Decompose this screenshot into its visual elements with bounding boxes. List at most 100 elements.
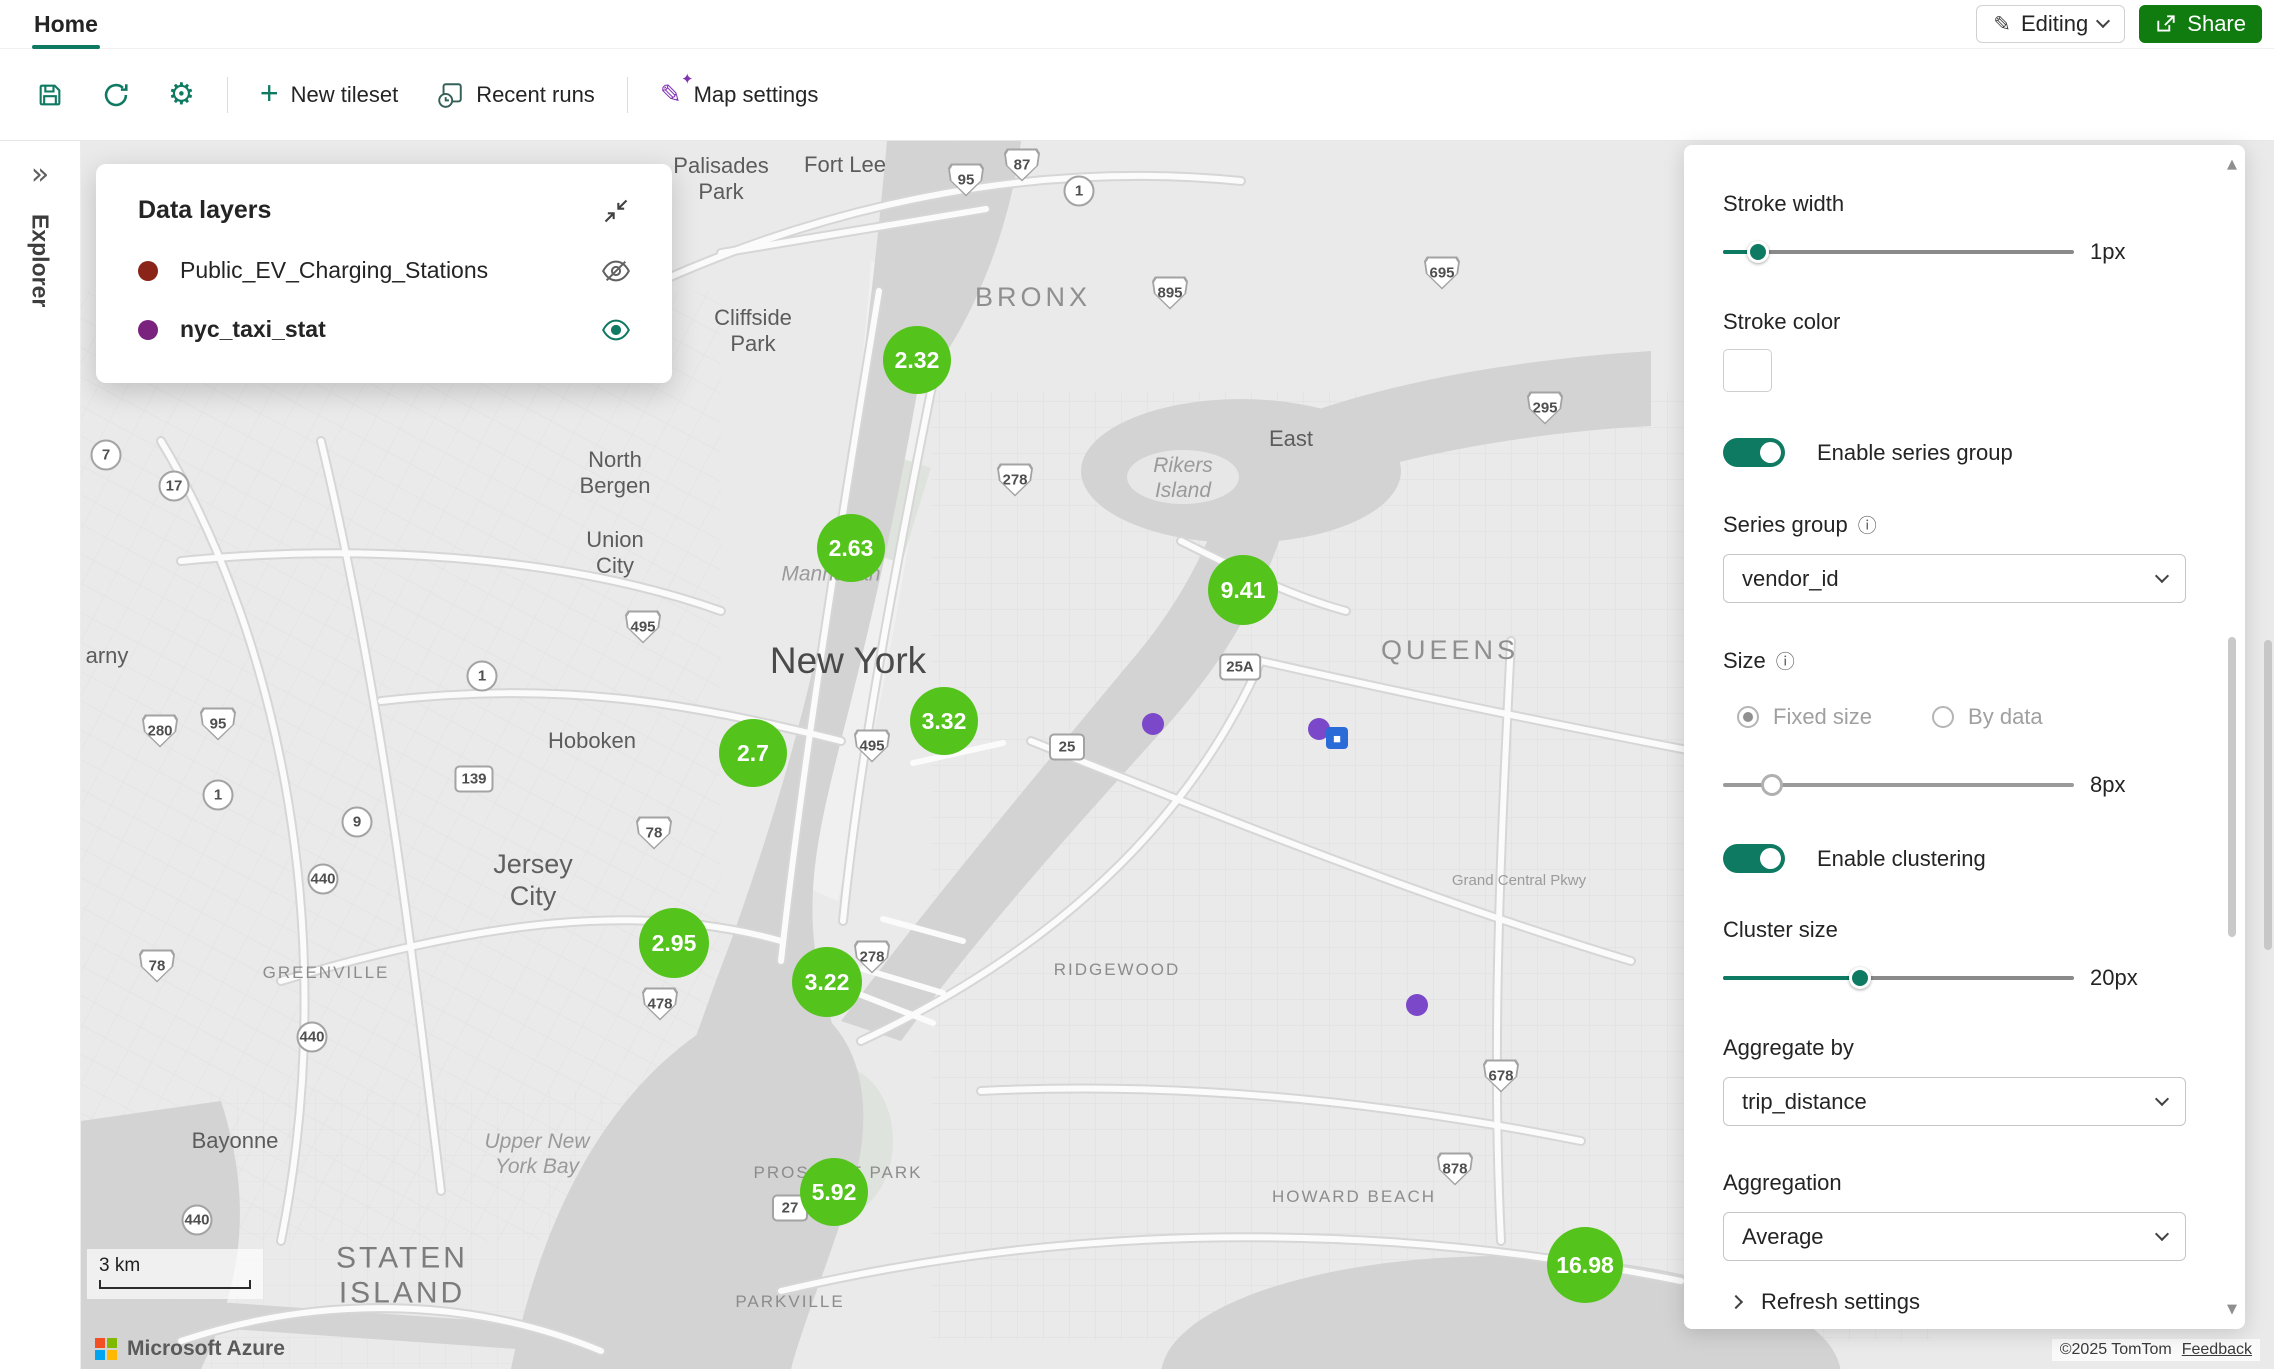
map-copyright: ©2025 TomTom Feedback (2052, 1339, 2260, 1361)
cluster-bubble[interactable]: 9.41 (1208, 555, 1278, 625)
aggregation-dropdown[interactable]: Average (1723, 1212, 2186, 1261)
visibility-off-icon[interactable] (602, 259, 630, 283)
tab-home-label: Home (34, 11, 98, 37)
fixed-size-radio[interactable] (1737, 706, 1759, 728)
refresh-button[interactable] (88, 67, 144, 123)
cluster-bubble[interactable]: 3.22 (792, 947, 862, 1017)
pencil-icon: ✎ (1993, 12, 2011, 36)
series-group-toggle-label: Enable series group (1817, 440, 2013, 466)
layer-row-taxi[interactable]: nyc_taxi_stat (138, 316, 630, 343)
transit-icon: ■ (1326, 727, 1348, 749)
layer-name-ev: Public_EV_Charging_Stations (180, 257, 488, 284)
clustering-toggle-label: Enable clustering (1817, 846, 1986, 872)
share-label: Share (2187, 11, 2246, 37)
scroll-up-icon[interactable]: ▲ (2223, 157, 2241, 172)
save-icon (36, 81, 64, 109)
layer-name-taxi: nyc_taxi_stat (180, 316, 326, 343)
data-layers-title: Data layers (138, 196, 271, 225)
aggregation-label: Aggregation (1723, 1170, 2186, 1196)
expand-pane-icon[interactable]: » (31, 157, 49, 192)
new-tileset-button[interactable]: + New tileset (246, 67, 412, 123)
cluster-size-label: Cluster size (1723, 917, 2186, 943)
share-button[interactable]: Share (2139, 5, 2262, 43)
aggregate-by-value: trip_distance (1742, 1089, 1867, 1115)
copyright-label: ©2025 TomTom (2060, 1341, 2172, 1359)
save-button[interactable] (22, 67, 78, 123)
stroke-width-slider[interactable] (1723, 240, 2074, 264)
cluster-bubble[interactable]: 5.92 (800, 1158, 868, 1226)
explorer-label: Explorer (27, 214, 54, 307)
stroke-color-swatch[interactable] (1723, 349, 1772, 392)
scroll-down-icon[interactable]: ▼ (2223, 1302, 2241, 1317)
explorer-strip: » Explorer (0, 141, 81, 1369)
window-scrollbar[interactable] (2264, 640, 2272, 950)
share-icon (2155, 13, 2177, 35)
settings-button[interactable]: ⚙ (154, 67, 209, 123)
cluster-bubble[interactable]: 3.32 (910, 687, 978, 755)
cluster-bubble[interactable]: 16.98 (1547, 1227, 1623, 1303)
refresh-icon (102, 81, 130, 109)
series-group-toggle[interactable] (1723, 438, 1785, 467)
series-group-dropdown[interactable]: vendor_id (1723, 554, 2186, 603)
refresh-settings-expander[interactable]: Refresh settings (1723, 1289, 2186, 1315)
collapse-card-icon[interactable] (602, 197, 630, 225)
cluster-size-slider[interactable] (1723, 966, 2074, 990)
fixed-size-label: Fixed size (1773, 704, 1872, 730)
cluster-bubble[interactable]: 2.7 (719, 719, 787, 787)
scrollbar-thumb[interactable] (2228, 637, 2236, 937)
map-settings-label: Map settings (694, 82, 819, 108)
map-point[interactable] (1406, 994, 1428, 1016)
layer-dot-taxi (138, 320, 158, 340)
size-label: Size ⓘ (1723, 647, 2186, 674)
recent-runs-button[interactable]: Recent runs (422, 67, 609, 123)
editing-label: Editing (2021, 11, 2088, 37)
info-icon[interactable]: ⓘ (1858, 511, 1877, 538)
stroke-width-label: Stroke width (1723, 191, 2186, 217)
tab-home[interactable]: Home (26, 1, 106, 48)
cluster-size-value: 20px (2090, 965, 2186, 991)
toolbar-divider (227, 77, 228, 113)
stroke-color-label: Stroke color (1723, 309, 2186, 335)
toolbar-divider (627, 77, 628, 113)
layer-settings-panel: Stroke width 1px Stroke color Enable ser… (1684, 145, 2245, 1329)
map-point[interactable] (1142, 713, 1164, 735)
cluster-bubble[interactable]: 2.63 (817, 514, 885, 582)
aggregate-by-dropdown[interactable]: trip_distance (1723, 1077, 2186, 1126)
stroke-width-value: 1px (2090, 239, 2186, 265)
recent-runs-icon (436, 81, 464, 109)
azure-label: Microsoft Azure (127, 1337, 285, 1361)
aggregation-value: Average (1742, 1224, 1824, 1250)
recent-runs-label: Recent runs (476, 82, 595, 108)
chevron-down-icon (2096, 14, 2110, 28)
series-group-label: Series group ⓘ (1723, 511, 2186, 538)
scale-label: 3 km (99, 1255, 140, 1276)
map-settings-icon: ✎✦ (660, 80, 682, 110)
chevron-down-icon (2155, 1091, 2169, 1105)
panel-scrollbar[interactable]: ▲ ▼ (2223, 157, 2241, 1317)
map-settings-button[interactable]: ✎✦ Map settings (646, 67, 833, 123)
size-value: 8px (2090, 772, 2186, 798)
info-icon[interactable]: ⓘ (1776, 647, 1795, 674)
layer-row-ev[interactable]: Public_EV_Charging_Stations (138, 257, 630, 284)
feedback-link[interactable]: Feedback (2182, 1341, 2252, 1359)
chevron-down-icon (2155, 568, 2169, 582)
toolbar: ⚙ + New tileset Recent runs ✎✦ Map setti… (0, 49, 2274, 141)
visibility-on-icon[interactable] (602, 318, 630, 342)
by-data-radio[interactable] (1932, 706, 1954, 728)
editing-button[interactable]: ✎ Editing (1976, 5, 2125, 43)
chevron-right-icon (1729, 1295, 1743, 1309)
microsoft-logo (95, 1338, 117, 1360)
topbar-actions: ✎ Editing Share (1976, 5, 2262, 43)
clustering-toggle[interactable] (1723, 844, 1785, 873)
size-slider[interactable] (1723, 773, 2074, 797)
map-scale: 3 km (87, 1249, 263, 1299)
refresh-settings-label: Refresh settings (1761, 1289, 1920, 1315)
cluster-bubble[interactable]: 2.32 (883, 326, 951, 394)
data-layers-card: Data layers Public_EV_Charging_Stations … (96, 164, 672, 383)
cluster-bubble[interactable]: 2.95 (639, 908, 709, 978)
scale-bar (99, 1280, 251, 1289)
new-tileset-label: New tileset (291, 82, 399, 108)
chevron-down-icon (2155, 1226, 2169, 1240)
by-data-label: By data (1968, 704, 2043, 730)
aggregate-by-label: Aggregate by (1723, 1035, 2186, 1061)
